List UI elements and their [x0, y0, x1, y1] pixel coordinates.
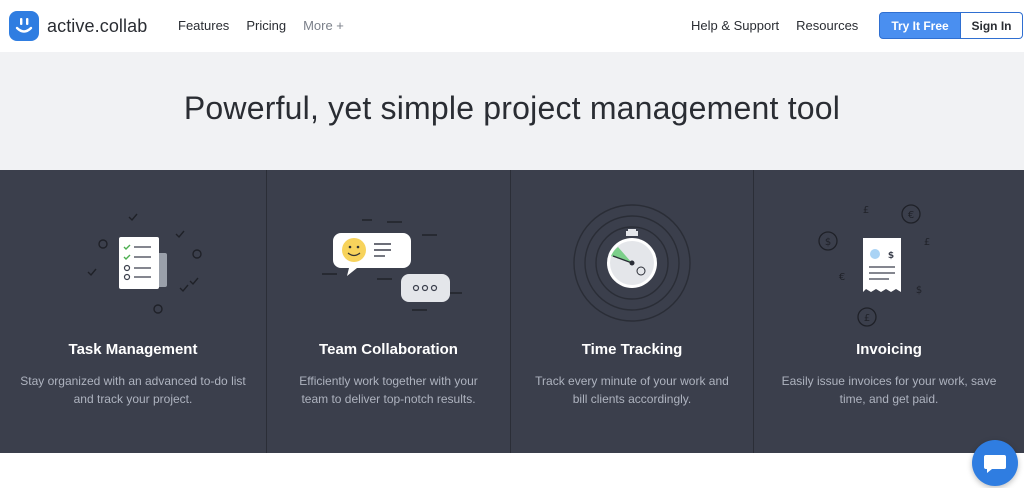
feature-desc: Track every minute of your work and bill… [535, 374, 729, 406]
stopwatch-icon [573, 204, 691, 322]
feature-team-collaboration: Team Collaboration Efficiently work toge… [267, 170, 511, 453]
nav-features[interactable]: Features [178, 18, 229, 33]
secondary-nav: Help & Support Resources [691, 18, 858, 33]
svg-text:$: $ [888, 251, 894, 261]
nav-more[interactable]: More + [303, 18, 344, 33]
top-header: active.collab Features Pricing More + He… [0, 0, 1024, 52]
nav-pricing[interactable]: Pricing [246, 18, 286, 33]
features-band: Task Management Stay organized with an a… [0, 170, 1024, 453]
feature-desc: Efficiently work together with your team… [299, 374, 478, 406]
feature-title: Time Tracking [581, 341, 683, 358]
sign-in-button[interactable]: Sign In [961, 12, 1023, 39]
feature-task-management: Task Management Stay organized with an a… [0, 170, 267, 453]
invoice-icon: $ € £ £ £ € $ $ [818, 204, 930, 327]
bottom-section [0, 453, 1024, 488]
feature-title: Invoicing [856, 341, 922, 358]
nav-help-support[interactable]: Help & Support [691, 18, 779, 33]
smiley-logo-icon [9, 11, 39, 41]
chat-bubble-icon[interactable] [972, 440, 1018, 486]
feature-invoicing: $ € £ £ £ € $ $ Invoicing Easily issue i… [754, 170, 1024, 453]
auth-buttons: Try It Free Sign In [879, 12, 1023, 39]
logo[interactable]: active.collab [9, 11, 147, 41]
chat-collaboration-icon [322, 219, 462, 311]
checklist-icon [87, 213, 202, 314]
feature-time-tracking: Time Tracking Track every minute of your… [511, 170, 754, 453]
feature-title: Team Collaboration [319, 341, 458, 358]
svg-text:$: $ [825, 237, 831, 248]
logo-text: active.collab [47, 15, 148, 36]
hero-title: Powerful, yet simple project management … [183, 90, 841, 126]
feature-desc: Easily issue invoices for your work, sav… [781, 374, 997, 406]
svg-text:$: $ [916, 285, 922, 296]
try-it-free-button[interactable]: Try It Free [879, 12, 961, 39]
feature-title: Task Management [68, 341, 198, 358]
svg-text:£: £ [924, 237, 930, 248]
svg-text:€: € [908, 210, 914, 221]
svg-text:€: € [839, 272, 845, 283]
main-nav: Features Pricing More + [178, 18, 344, 33]
svg-text:£: £ [863, 205, 869, 216]
nav-resources[interactable]: Resources [796, 18, 858, 33]
feature-desc: Stay organized with an advanced to-do li… [20, 374, 246, 406]
svg-text:£: £ [864, 313, 870, 324]
